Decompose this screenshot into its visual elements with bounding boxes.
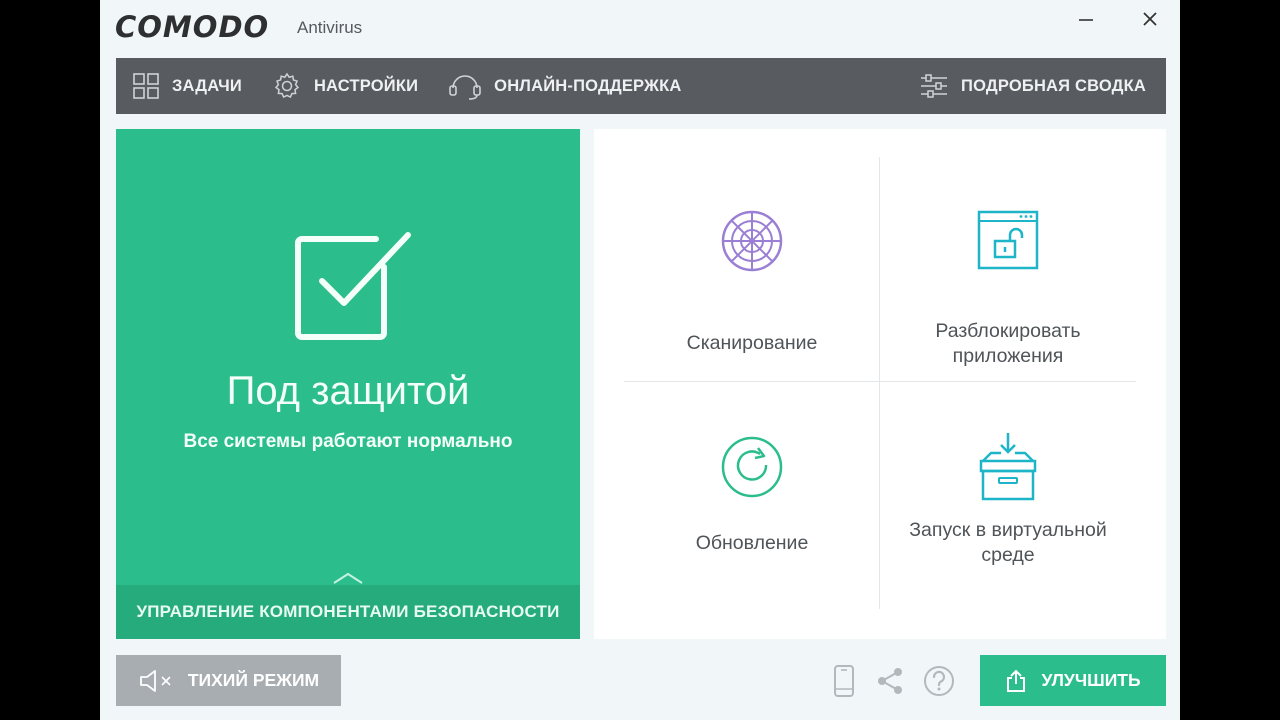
app-window: COMODO Antivirus ЗАДАЧИ НАСТРОЙКИ ОНЛАЙН <box>100 0 1180 720</box>
menu-tasks[interactable]: ЗАДАЧИ <box>116 58 256 114</box>
help-icon[interactable] <box>922 664 956 698</box>
close-button[interactable] <box>1130 4 1170 34</box>
upgrade-label: УЛУЧШИТЬ <box>1041 670 1141 690</box>
manage-security-components-button[interactable]: УПРАВЛЕНИЕ КОМПОНЕНТАМИ БЕЗОПАСНОСТИ <box>116 585 580 639</box>
minimize-icon <box>1079 19 1093 21</box>
grid-icon <box>132 72 160 100</box>
share-icon[interactable] <box>873 664 907 698</box>
task-scan-label: Сканирование <box>686 332 818 354</box>
silent-mode-label: ТИХИЙ РЕЖИМ <box>187 670 320 690</box>
task-scan[interactable]: Сканирование <box>624 157 880 383</box>
task-virtual-label-2: среде <box>981 544 1035 566</box>
headset-icon <box>448 71 482 101</box>
menu-tasks-label: ЗАДАЧИ <box>172 76 242 95</box>
menu-support[interactable]: ОНЛАЙН-ПОДДЕРЖКА <box>432 58 695 114</box>
menu-summary-label: ПОДРОБНАЯ СВОДКА <box>961 76 1146 95</box>
task-unblock-apps[interactable]: Разблокировать приложения <box>880 157 1136 383</box>
menu-summary[interactable]: ПОДРОБНАЯ СВОДКА <box>903 58 1166 114</box>
title-bar: COMODO Antivirus <box>100 0 1180 56</box>
comodo-logo: COMODO <box>115 10 270 44</box>
task-unblock-label-1: Разблокировать <box>935 320 1081 342</box>
status-title: Под защитой <box>226 369 470 413</box>
refresh-icon <box>624 435 880 499</box>
mobile-icon[interactable] <box>827 664 861 698</box>
gear-icon <box>272 71 302 101</box>
task-virtual-label-1: Запуск в виртуальной <box>909 519 1107 541</box>
task-unblock-label-2: приложения <box>952 345 1064 367</box>
task-virtual-run[interactable]: Запуск в виртуальной среде <box>880 383 1136 609</box>
menu-settings[interactable]: НАСТРОЙКИ <box>256 58 432 114</box>
sliders-icon <box>919 72 949 100</box>
status-subtitle: Все системы работают нормально <box>183 431 513 452</box>
sandbox-box-icon <box>880 431 1136 503</box>
protection-status-panel: Под защитой Все системы работают нормаль… <box>116 129 580 639</box>
close-icon <box>1143 12 1157 26</box>
product-name: Antivirus <box>297 18 363 37</box>
menu-support-label: ОНЛАЙН-ПОДДЕРЖКА <box>494 76 682 95</box>
silent-mode-button[interactable]: ТИХИЙ РЕЖИМ <box>116 655 341 706</box>
task-update-label: Обновление <box>695 532 809 554</box>
radar-scan-icon <box>624 209 880 273</box>
speaker-mute-icon <box>138 669 176 693</box>
task-update[interactable]: Обновление <box>624 383 880 609</box>
minimize-button[interactable] <box>1066 4 1106 34</box>
menu-bar: ЗАДАЧИ НАСТРОЙКИ ОНЛАЙН-ПОДДЕРЖКА ПОДРОБ… <box>116 58 1166 114</box>
upload-share-icon <box>1005 669 1027 693</box>
checkbox-checked-icon <box>292 229 414 346</box>
tasks-grid: Сканирование Разблокировать приложения О… <box>594 129 1166 639</box>
menu-settings-label: НАСТРОЙКИ <box>313 76 419 95</box>
unlock-window-icon <box>880 209 1136 271</box>
upgrade-button[interactable]: УЛУЧШИТЬ <box>980 655 1166 706</box>
